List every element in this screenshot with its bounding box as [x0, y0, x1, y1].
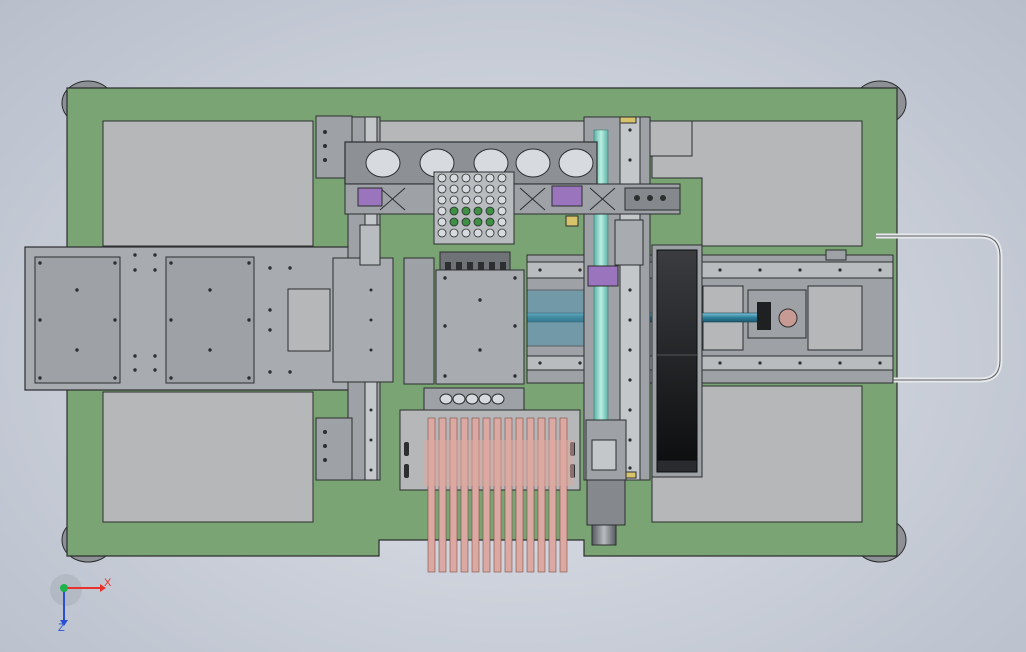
gantry-hole-5: [558, 148, 594, 178]
nozzle: [461, 195, 471, 205]
nozzle: [497, 206, 507, 216]
cad-viewport[interactable]: X Z: [0, 0, 1026, 652]
gantry-hole-1: [365, 148, 401, 178]
nozzle: [461, 228, 471, 238]
coupling-black: [757, 302, 771, 330]
nozzle: [449, 173, 459, 183]
x-axis-label: X: [104, 577, 112, 589]
nozzle: [437, 195, 447, 205]
black-feeder-unit[interactable]: [651, 244, 703, 478]
z-axis-label: Z: [58, 622, 65, 634]
nozzle: [461, 206, 471, 216]
nozzle: [437, 217, 447, 227]
left-plate-panel-2: [165, 256, 255, 384]
purple-clamp-rail: [587, 265, 619, 287]
panel-right-notch: [649, 120, 693, 157]
right-rail-bottom: [526, 355, 894, 371]
nozzle: [485, 217, 495, 227]
nozzle: [485, 173, 495, 183]
right-inner-window-2: [807, 285, 863, 351]
nozzle: [485, 184, 495, 194]
left-rail-bracket-bottom: [315, 417, 353, 481]
nozzle: [473, 217, 483, 227]
purple-clamp-mid: [551, 185, 583, 207]
nozzle: [497, 184, 507, 194]
black-unit-base: [656, 459, 698, 473]
nozzle: [461, 173, 471, 183]
nozzle: [473, 206, 483, 216]
pink-strip-band: [424, 440, 574, 486]
y-axis-dot-icon: [60, 584, 68, 592]
left-rail-block: [332, 257, 394, 383]
nozzle: [473, 228, 483, 238]
nozzle: [497, 228, 507, 238]
left-plate-window: [287, 288, 331, 352]
nozzle: [437, 173, 447, 183]
center-plate-body: [435, 269, 525, 385]
nozzle: [437, 228, 447, 238]
nozzle: [485, 195, 495, 205]
motor-coupling: [591, 439, 617, 471]
gantry-end-bolts: [634, 195, 666, 201]
motor-body: [586, 479, 626, 526]
nozzle: [497, 195, 507, 205]
nozzle: [449, 195, 459, 205]
axis-triad: X Z: [48, 572, 118, 634]
center-plate-frame: [403, 257, 435, 385]
top-right-bracket: [825, 249, 847, 261]
nozzle: [473, 173, 483, 183]
nozzle: [449, 217, 459, 227]
nozzle: [449, 206, 459, 216]
nozzle: [485, 228, 495, 238]
tray-slot-ovals: [439, 393, 505, 405]
nozzle: [485, 206, 495, 216]
left-plate-panel-1: [34, 256, 121, 384]
nozzle: [449, 184, 459, 194]
left-slide-plate[interactable]: [24, 246, 361, 391]
nozzle: [497, 217, 507, 227]
pulley-disc: [778, 308, 798, 328]
center-work-plate[interactable]: [403, 257, 525, 385]
nozzle: [473, 184, 483, 194]
right-rail-top: [526, 261, 894, 279]
nozzle: [437, 184, 447, 194]
nozzle: [497, 173, 507, 183]
blue-window: [526, 289, 586, 347]
gripper-head[interactable]: [433, 171, 515, 271]
motor-shaft-end: [591, 524, 617, 546]
nozzle: [461, 217, 471, 227]
nozzle: [449, 228, 459, 238]
right-rail-assembly[interactable]: [526, 249, 894, 384]
nozzle: [461, 184, 471, 194]
right-rail-carriage: [614, 219, 644, 266]
gantry-hole-4: [515, 148, 551, 178]
panel-bottom-left: [102, 391, 314, 523]
nozzle: [473, 195, 483, 205]
purple-clamp-left: [357, 187, 383, 207]
panel-top-left: [102, 120, 314, 247]
carriage-left-block: [359, 224, 381, 266]
carriage-yellow: [565, 215, 579, 227]
machine-assembly-drawing[interactable]: [0, 0, 1026, 652]
yellow-sensor-top: [619, 116, 637, 124]
nozzle: [437, 206, 447, 216]
